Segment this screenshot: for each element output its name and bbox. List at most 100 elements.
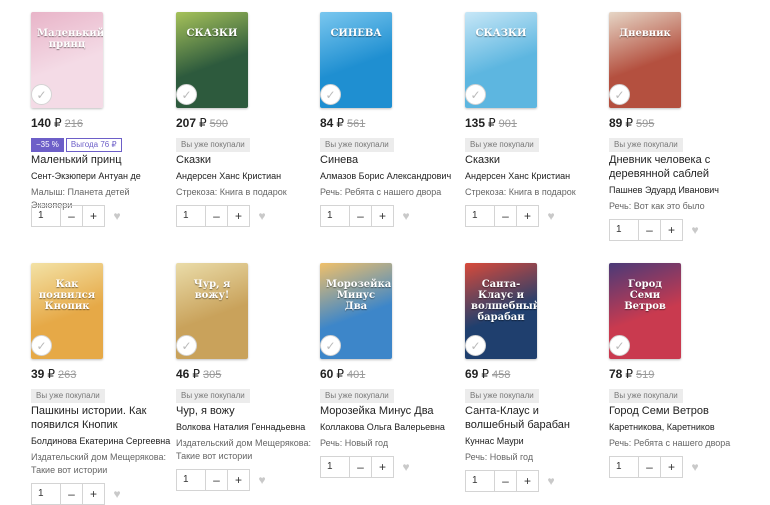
book-author[interactable]: Алмазов Борис Александрович <box>320 170 460 182</box>
badge-row: Вы уже покупали <box>609 385 683 403</box>
quantity-input[interactable]: 1 <box>465 205 495 227</box>
price-current: 135 <box>465 116 486 130</box>
select-check-icon[interactable]: ✓ <box>465 335 486 356</box>
select-check-icon[interactable]: ✓ <box>465 84 486 105</box>
badge-row: Вы уже покупали <box>176 134 250 152</box>
price-current: 78 <box>609 367 623 381</box>
cover-title-text: Маленький принц <box>37 28 103 50</box>
decrement-button[interactable]: – <box>639 219 661 241</box>
book-author[interactable]: Андерсен Ханс Кристиан <box>176 170 316 182</box>
price-current: 69 <box>465 367 479 381</box>
favorite-heart-icon[interactable]: ♥ <box>688 219 702 241</box>
price-current: 60 <box>320 367 334 381</box>
favorite-heart-icon[interactable]: ♥ <box>544 470 558 492</box>
decrement-button[interactable]: – <box>61 205 83 227</box>
favorite-heart-icon[interactable]: ♥ <box>544 205 558 227</box>
favorite-heart-icon[interactable]: ♥ <box>688 456 702 478</box>
price-row: 46 ₽305 <box>176 367 221 381</box>
book-series[interactable]: Речь: Вот как это было <box>609 200 749 213</box>
quantity-input[interactable]: 1 <box>176 205 206 227</box>
decrement-button[interactable]: – <box>350 205 372 227</box>
decrement-button[interactable]: – <box>350 456 372 478</box>
already-bought-badge: Вы уже покупали <box>176 389 250 403</box>
favorite-heart-icon[interactable]: ♥ <box>255 469 269 491</box>
quantity-input[interactable]: 1 <box>176 469 206 491</box>
book-title[interactable]: Маленький принц <box>31 153 161 167</box>
cover-title-text: СКАЗКИ <box>475 28 527 39</box>
increment-button[interactable]: + <box>661 456 683 478</box>
favorite-heart-icon[interactable]: ♥ <box>110 483 124 505</box>
select-check-icon[interactable]: ✓ <box>31 335 52 356</box>
book-author[interactable]: Куннас Маури <box>465 435 605 447</box>
book-title[interactable]: Сказки <box>176 153 306 167</box>
book-series[interactable]: Речь: Новый год <box>465 451 605 464</box>
decrement-button[interactable]: – <box>639 456 661 478</box>
increment-button[interactable]: + <box>372 456 394 478</box>
book-author[interactable]: Каретникова, Каретников <box>609 421 749 433</box>
quantity-input[interactable]: 1 <box>465 470 495 492</box>
book-title[interactable]: Санта-Клаус и волшебный барабан <box>465 404 595 432</box>
quantity-input[interactable]: 1 <box>320 205 350 227</box>
book-series[interactable]: Стрекоза: Книга в подарок <box>176 186 316 199</box>
select-check-icon[interactable]: ✓ <box>609 335 630 356</box>
increment-button[interactable]: + <box>517 470 539 492</box>
book-title[interactable]: Чур, я вожу <box>176 404 306 418</box>
book-author[interactable]: Коллакова Ольга Валерьевна <box>320 421 460 433</box>
favorite-heart-icon[interactable]: ♥ <box>255 205 269 227</box>
select-check-icon[interactable]: ✓ <box>31 84 52 105</box>
currency-sign: ₽ <box>199 116 207 130</box>
select-check-icon[interactable]: ✓ <box>320 84 341 105</box>
decrement-button[interactable]: – <box>495 205 517 227</box>
select-check-icon[interactable]: ✓ <box>320 335 341 356</box>
decrement-button[interactable]: – <box>206 205 228 227</box>
increment-button[interactable]: + <box>372 205 394 227</box>
increment-button[interactable]: + <box>83 205 105 227</box>
increment-button[interactable]: + <box>228 469 250 491</box>
book-series[interactable]: Издательский дом Мещерякова: Такие вот и… <box>176 437 316 463</box>
favorite-heart-icon[interactable]: ♥ <box>110 205 124 227</box>
favorite-heart-icon[interactable]: ♥ <box>399 456 413 478</box>
book-title[interactable]: Синева <box>320 153 450 167</box>
price-old: 401 <box>347 369 366 381</box>
book-author[interactable]: Болдинова Екатерина Сергеевна <box>31 435 171 447</box>
quantity-stepper: 1– + ♥ <box>320 205 413 227</box>
decrement-button[interactable]: – <box>61 483 83 505</box>
decrement-button[interactable]: – <box>206 469 228 491</box>
quantity-stepper: 1– + ♥ <box>609 219 702 241</box>
increment-button[interactable]: + <box>83 483 105 505</box>
increment-button[interactable]: + <box>517 205 539 227</box>
increment-button[interactable]: + <box>228 205 250 227</box>
book-title[interactable]: Пашкины истории. Как появился Кнопик <box>31 404 161 432</box>
select-check-icon[interactable]: ✓ <box>176 335 197 356</box>
book-series[interactable]: Стрекоза: Книга в подарок <box>465 186 605 199</box>
book-series[interactable]: Речь: Ребята с нашего двора <box>609 437 749 450</box>
book-author[interactable]: Андерсен Ханс Кристиан <box>465 170 605 182</box>
cover-title-text: Город Семи Ветров <box>624 279 666 312</box>
select-check-icon[interactable]: ✓ <box>609 84 630 105</box>
currency-sign: ₽ <box>54 116 62 130</box>
book-series[interactable]: Речь: Новый год <box>320 437 460 450</box>
book-title[interactable]: Город Семи Ветров <box>609 404 739 418</box>
book-series[interactable]: Издательский дом Мещерякова: Такие вот и… <box>31 451 171 477</box>
book-author[interactable]: Сент-Экзюпери Антуан де <box>31 170 171 182</box>
quantity-input[interactable]: 1 <box>31 205 61 227</box>
book-series[interactable]: Речь: Ребята с нашего двора <box>320 186 460 199</box>
favorite-heart-icon[interactable]: ♥ <box>399 205 413 227</box>
book-author[interactable]: Волкова Наталия Геннадьевна <box>176 421 316 433</box>
badge-row: Вы уже покупали <box>465 385 539 403</box>
select-check-icon[interactable]: ✓ <box>176 84 197 105</box>
decrement-button[interactable]: – <box>495 470 517 492</box>
quantity-input[interactable]: 1 <box>609 456 639 478</box>
book-title[interactable]: Сказки <box>465 153 595 167</box>
book-author[interactable]: Пашнев Эдуард Иванович <box>609 184 749 196</box>
quantity-input[interactable]: 1 <box>320 456 350 478</box>
book-title[interactable]: Морозейка Минус Два <box>320 404 450 418</box>
price-current: 89 <box>609 116 623 130</box>
cover-title-text: Как появился Кнопик <box>38 279 96 312</box>
book-title[interactable]: Дневник человека с деревянной саблей <box>609 153 739 181</box>
badge-row: Вы уже покупали <box>176 385 250 403</box>
quantity-input[interactable]: 1 <box>31 483 61 505</box>
quantity-input[interactable]: 1 <box>609 219 639 241</box>
increment-button[interactable]: + <box>661 219 683 241</box>
quantity-stepper: 1– + ♥ <box>31 205 124 227</box>
